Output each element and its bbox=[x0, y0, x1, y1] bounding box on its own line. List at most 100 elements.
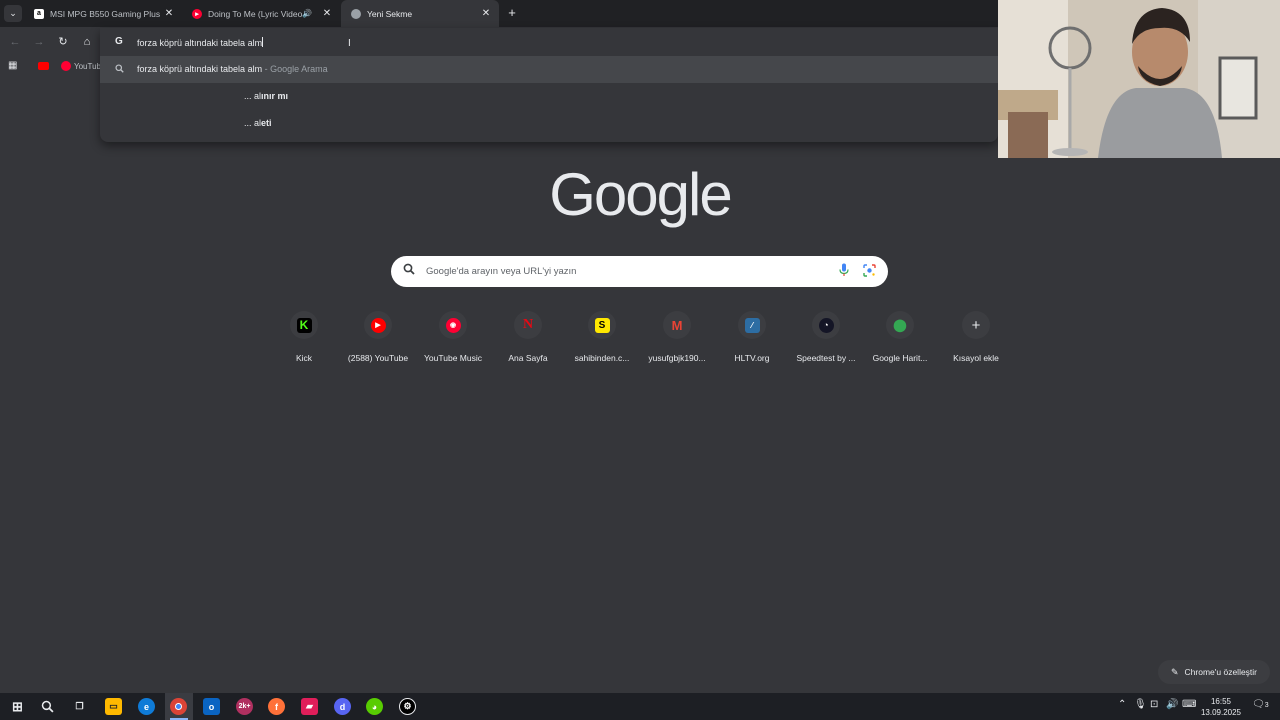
suggestion-item[interactable]: ... alınır mı bbox=[100, 83, 998, 110]
shortcut-tile: M bbox=[663, 311, 691, 339]
file-explorer-icon[interactable]: ▭ bbox=[105, 698, 122, 715]
shortcut-add[interactable]: + Kısayol ekle bbox=[938, 311, 1014, 371]
chevron-up-icon[interactable]: ⌃ bbox=[1118, 699, 1126, 710]
sahibinden-icon: S bbox=[594, 317, 610, 333]
google-lens-icon[interactable] bbox=[863, 264, 876, 282]
shortcut-tile: S bbox=[588, 311, 616, 339]
bookmarks-bar: ▦ YouTube bbox=[0, 57, 100, 77]
microphone-icon[interactable]: 🎙 bbox=[1134, 699, 1147, 710]
shortcut-youtube[interactable]: ▶ (2588) YouTube bbox=[340, 311, 416, 371]
new-tab-button[interactable]: + bbox=[505, 6, 519, 20]
shortcut-kick[interactable]: K Kick bbox=[266, 311, 342, 371]
tab-msi[interactable]: a MSI MPG B550 Gaming Plus (A ✕ bbox=[24, 0, 182, 27]
bookmark-label[interactable]: YouTube bbox=[74, 62, 100, 71]
address-input-value: forza köprü altındaki tabela alm bbox=[137, 38, 263, 48]
steam-icon[interactable]: ⚙ bbox=[399, 698, 416, 715]
customize-chrome-button[interactable]: ✎ Chrome'u özelleştir bbox=[1158, 660, 1270, 684]
shortcut-label: (2588) YouTube bbox=[347, 353, 409, 363]
suggestion-completion: eti bbox=[261, 118, 272, 128]
shortcut-google-maps[interactable]: ⬤ Google Harit... bbox=[862, 311, 938, 371]
speaker-icon[interactable]: 🔊 bbox=[302, 9, 312, 18]
search-icon[interactable] bbox=[39, 698, 56, 715]
youtube-icon: ▶ bbox=[370, 317, 386, 333]
tab-search-button[interactable]: ⌄ bbox=[4, 5, 22, 22]
keyboard-icon[interactable]: ⌨ bbox=[1182, 699, 1196, 710]
taskbar: ⊞ ❐ ▭ e o 2k+ f ▰ d ◕ ⚙ ⌃ 🎙 ⊡ 🔊 ⌨ 16:55 … bbox=[0, 693, 1280, 720]
search-icon bbox=[403, 263, 415, 278]
home-icon[interactable]: ⌂ bbox=[80, 35, 94, 49]
shortcut-speedtest[interactable]: ◔ Speedtest by ... bbox=[788, 311, 864, 371]
search-box[interactable]: Google'da arayın veya URL'yi yazın bbox=[391, 256, 888, 287]
text-caret bbox=[262, 37, 264, 47]
clock-date: 13.09.2025 bbox=[1200, 708, 1242, 717]
shortcut-tile: ▶ bbox=[364, 311, 392, 339]
suggestion-item[interactable]: ... aleti bbox=[100, 110, 998, 137]
chevron-down-icon: ⌄ bbox=[9, 8, 17, 18]
shortcut-label: Ana Sayfa bbox=[508, 353, 548, 363]
network-icon[interactable]: ⊡ bbox=[1150, 699, 1158, 710]
reload-icon[interactable]: ↻ bbox=[56, 35, 70, 49]
speedtest-icon: ◔ bbox=[818, 317, 834, 333]
suggestion-text: forza köprü altındaki tabela alm bbox=[137, 64, 263, 74]
close-icon[interactable]: ✕ bbox=[320, 8, 334, 19]
youtube-music-icon: ◉ bbox=[445, 317, 461, 333]
chrome-icon bbox=[351, 8, 361, 19]
close-icon[interactable]: ✕ bbox=[479, 8, 493, 19]
address-bar[interactable]: G forza köprü altındaki tabela alm I bbox=[100, 28, 998, 56]
discord-icon[interactable]: d bbox=[334, 698, 351, 715]
shortcut-label: sahibinden.c... bbox=[574, 353, 630, 363]
text-cursor-icon: I bbox=[348, 38, 351, 49]
shortcut-label: Kısayol ekle bbox=[953, 353, 999, 363]
shortcut-label: Kick bbox=[295, 353, 313, 363]
youtube-music-icon[interactable] bbox=[61, 61, 71, 71]
firefox-icon[interactable]: f bbox=[268, 698, 285, 715]
shortcut-hltv[interactable]: ⁄ HLTV.org bbox=[714, 311, 790, 371]
clock[interactable]: 16:55 13.09.2025 bbox=[1198, 696, 1244, 718]
google-logo: Google bbox=[549, 161, 732, 228]
tab-new-tab[interactable]: Yeni Sekme ✕ bbox=[341, 0, 499, 27]
youtube-icon[interactable] bbox=[38, 62, 49, 70]
edge-icon[interactable]: e bbox=[138, 698, 155, 715]
suggestion-prefix: ... al bbox=[244, 91, 262, 101]
suggestion-item[interactable]: forza köprü altındaki tabela alm - Googl… bbox=[100, 56, 998, 83]
shortcut-tile: ◔ bbox=[812, 311, 840, 339]
outlook-icon[interactable]: o bbox=[203, 698, 220, 715]
tab-doing-to-me[interactable]: ▸ Doing To Me (Lyric Video) 🔊 ✕ bbox=[182, 0, 340, 27]
tab-title: MSI MPG B550 Gaming Plus (A bbox=[50, 8, 162, 19]
google-maps-icon: ⬤ bbox=[893, 318, 907, 332]
app-icon[interactable]: ▰ bbox=[301, 698, 318, 715]
shortcut-tile: + bbox=[962, 311, 990, 339]
tab-title: Doing To Me (Lyric Video) bbox=[208, 8, 303, 19]
search-icon bbox=[115, 64, 124, 75]
close-icon[interactable]: ✕ bbox=[162, 8, 176, 19]
suggestion-completion: ınır mı bbox=[261, 91, 289, 101]
shortcut-label: Google Harit... bbox=[872, 353, 928, 363]
notification-icon[interactable]: 🗨3 bbox=[1252, 699, 1269, 710]
tab-title: Yeni Sekme bbox=[367, 8, 413, 19]
task-view-icon[interactable]: ❐ bbox=[71, 698, 88, 715]
clock-time: 16:55 bbox=[1210, 697, 1232, 706]
gmail-icon: M bbox=[671, 317, 683, 333]
back-icon[interactable]: ← bbox=[8, 35, 22, 49]
address-input[interactable]: forza köprü altındaki tabela alm bbox=[137, 37, 264, 48]
shortcut-youtube-music[interactable]: ◉ YouTube Music bbox=[415, 311, 491, 371]
webcam-overlay bbox=[998, 0, 1280, 158]
kick-icon: K bbox=[296, 317, 312, 333]
duolingo-icon[interactable]: ◕ bbox=[366, 698, 383, 715]
shortcut-gmail[interactable]: M yusufgbjk190... bbox=[639, 311, 715, 371]
apps-grid-icon[interactable]: ▦ bbox=[8, 60, 17, 71]
microphone-icon[interactable] bbox=[839, 263, 849, 282]
windows-start-icon[interactable]: ⊞ bbox=[9, 698, 26, 715]
2k-icon[interactable]: 2k+ bbox=[236, 698, 253, 715]
chrome-icon[interactable] bbox=[170, 698, 187, 715]
search-input[interactable]: Google'da arayın veya URL'yi yazın bbox=[426, 266, 576, 277]
volume-icon[interactable]: 🔊 bbox=[1166, 699, 1178, 710]
google-g-icon: G bbox=[115, 36, 123, 47]
forward-icon[interactable]: → bbox=[32, 35, 46, 49]
suggestion-prefix: ... al bbox=[244, 118, 262, 128]
customize-label: Chrome'u özelleştir bbox=[1184, 667, 1258, 677]
omnibox-dropdown: G forza köprü altındaki tabela alm I for… bbox=[100, 28, 998, 142]
shortcut-sahibinden[interactable]: S sahibinden.c... bbox=[564, 311, 640, 371]
suggestion-source: - Google Arama bbox=[262, 64, 328, 74]
shortcut-ana-sayfa[interactable]: N Ana Sayfa bbox=[490, 311, 566, 371]
